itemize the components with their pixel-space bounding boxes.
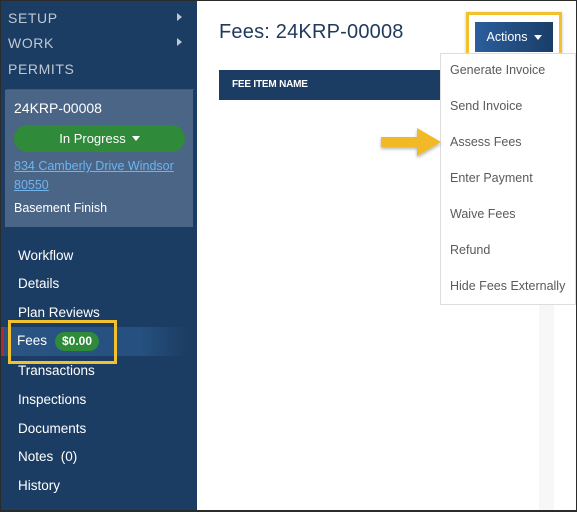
nav-work[interactable]: WORK [8,35,188,51]
menu-item-generate-invoice[interactable]: Generate Invoice [450,63,545,77]
menu-item-waive-fees[interactable]: Waive Fees [450,207,516,221]
sidebar-item-history[interactable]: History [18,478,60,493]
status-label: In Progress [59,131,126,146]
sidebar-item-details[interactable]: Details [18,276,59,291]
chevron-right-icon [177,38,182,46]
sidebar-item-transactions[interactable]: Transactions [18,363,95,378]
nav-work-label: WORK [8,35,54,51]
menu-item-send-invoice[interactable]: Send Invoice [450,99,522,113]
address-link[interactable]: 834 Camberly Drive Windsor 80550 [14,157,189,195]
sidebar-item-workflow[interactable]: Workflow [18,248,73,263]
status-dropdown[interactable]: In Progress [14,125,185,152]
fees-highlight-box [8,320,117,364]
menu-item-hide-fees-externally[interactable]: Hide Fees Externally [450,279,565,293]
caret-down-icon [131,136,140,141]
record-description: Basement Finish [14,201,108,215]
nav-setup[interactable]: SETUP [8,10,188,26]
app-window: SETUP WORK PERMITS 24KRP-00008 In Progre… [1,1,576,510]
menu-item-assess-fees[interactable]: Assess Fees [450,135,522,149]
record-id: 24KRP-00008 [14,100,102,116]
nav-setup-label: SETUP [8,10,58,26]
nav-permits-label: PERMITS [8,61,75,77]
menu-item-refund[interactable]: Refund [450,243,490,257]
actions-dropdown-menu: Generate Invoice Send Invoice Assess Fee… [440,53,576,305]
fees-table-header: FEE ITEM NAME [219,70,443,100]
scrollbar-track[interactable] [539,301,554,510]
record-card: 24KRP-00008 In Progress 834 Camberly Dri… [5,90,193,227]
column-header-fee-item-name[interactable]: FEE ITEM NAME [232,79,308,90]
active-indicator [1,327,4,356]
sidebar-item-documents[interactable]: Documents [18,421,86,436]
sidebar: SETUP WORK PERMITS 24KRP-00008 In Progre… [1,1,197,510]
chevron-right-icon [177,13,182,21]
sidebar-item-plan-reviews[interactable]: Plan Reviews [18,305,100,320]
nav-permits[interactable]: PERMITS [8,61,188,77]
menu-item-enter-payment[interactable]: Enter Payment [450,171,533,185]
sidebar-item-notes[interactable]: Notes (0) [18,449,77,464]
page-title: Fees: 24KRP-00008 [219,21,404,43]
arrow-right-icon [381,128,441,156]
sidebar-item-inspections[interactable]: Inspections [18,392,86,407]
